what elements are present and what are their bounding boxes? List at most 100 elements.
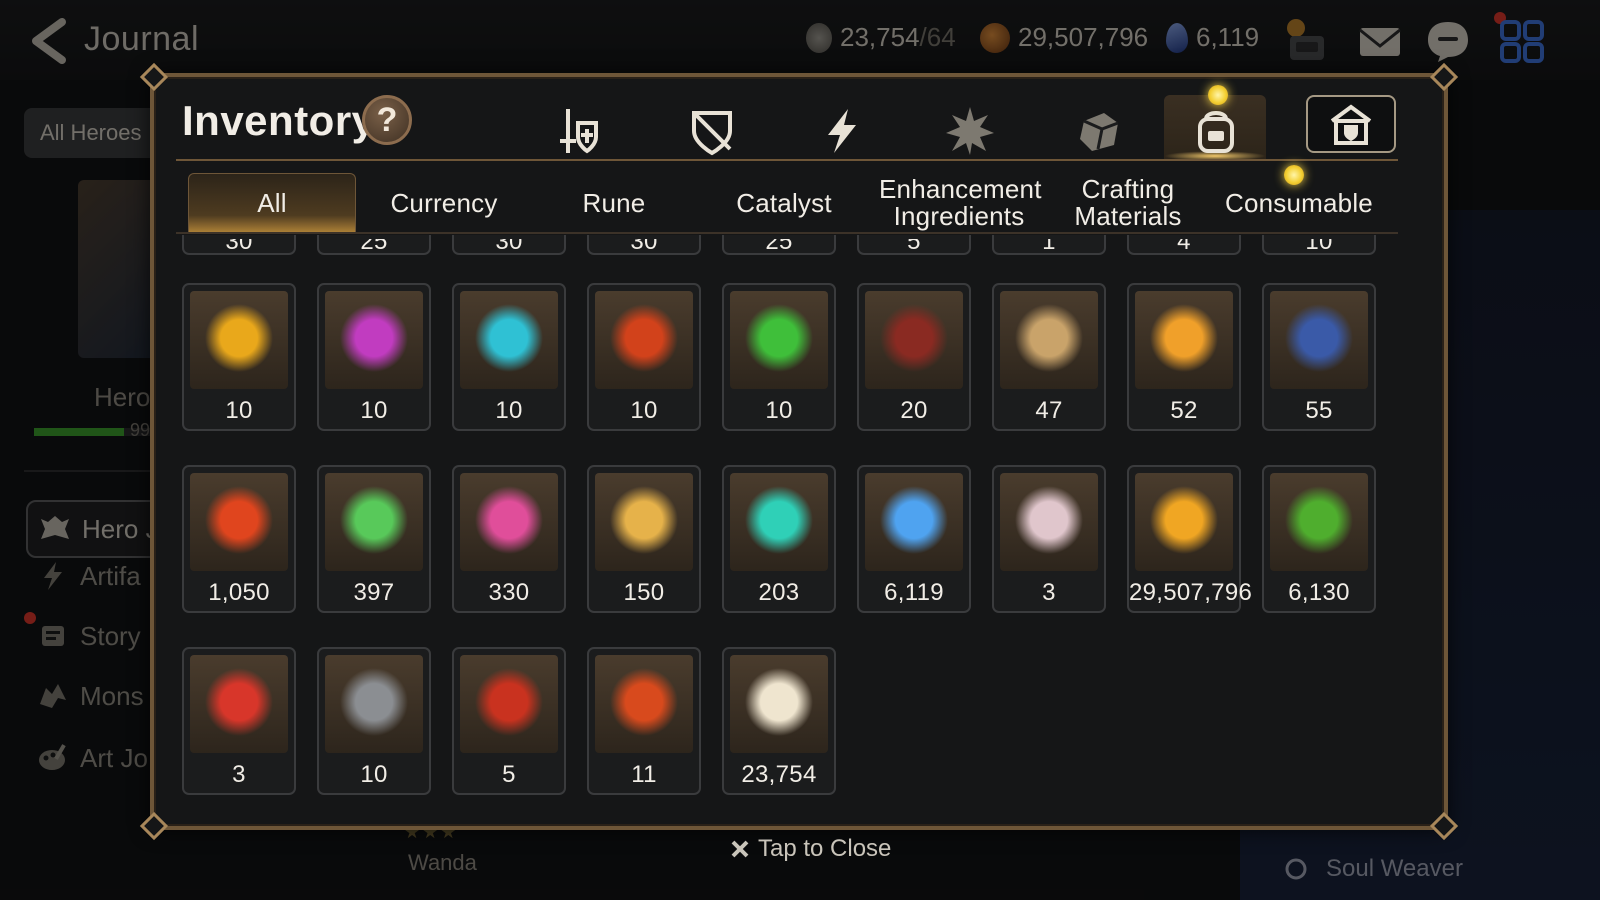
blue-amulet-icon xyxy=(1270,291,1368,389)
equipment-icon[interactable] xyxy=(556,105,608,157)
inventory-slot[interactable]: 397 xyxy=(317,465,431,613)
inventory-slot-partial[interactable]: 25 xyxy=(317,235,431,255)
skystone-gem-icon xyxy=(865,473,963,571)
inventory-modal: Inventory ? All Currency Rune Catalyst E… xyxy=(139,62,1459,841)
tab-label: Catalyst xyxy=(736,187,832,218)
red-leaves-icon xyxy=(595,655,693,753)
inventory-slot[interactable]: 203 xyxy=(722,465,836,613)
tab-label: All xyxy=(257,188,287,218)
inventory-slot[interactable]: 150 xyxy=(587,465,701,613)
inventory-slot[interactable]: 29,507,796 xyxy=(1127,465,1253,613)
red-banner-icon xyxy=(460,655,558,753)
red-rune-icon xyxy=(595,291,693,389)
green-rune-icon xyxy=(730,291,828,389)
item-quantity: 30 xyxy=(184,239,294,251)
inventory-slot[interactable]: 330 xyxy=(452,465,566,613)
tab-enhancement-ingredients[interactable]: Enhancement Ingredients xyxy=(870,173,1048,233)
item-quantity: 11 xyxy=(631,761,657,788)
inventory-slot[interactable]: 52 xyxy=(1127,283,1241,431)
inventory-slot[interactable]: 10 xyxy=(587,283,701,431)
close-hint[interactable]: Tap to Close xyxy=(730,835,891,863)
stone-compass-icon xyxy=(325,655,423,753)
inventory-slot[interactable]: 10 xyxy=(722,283,836,431)
item-quantity: 5 xyxy=(502,761,516,788)
item-quantity: 29,507,796 xyxy=(1129,579,1253,606)
item-quantity: 10 xyxy=(630,397,658,424)
inventory-slot-partial[interactable]: 4 xyxy=(1127,235,1241,255)
inventory-slot[interactable]: 23,754 xyxy=(722,647,836,795)
star-compass-icon xyxy=(595,473,693,571)
item-quantity: 3 xyxy=(232,761,246,788)
new-item-dot xyxy=(1208,85,1228,105)
tab-catalyst[interactable]: Catalyst xyxy=(700,173,868,233)
gold-sun-coin-icon xyxy=(1135,473,1233,571)
tabs-divider xyxy=(176,232,1398,234)
tab-all[interactable]: All xyxy=(188,173,356,233)
item-quantity: 1,050 xyxy=(208,579,270,606)
inventory-slot-partial[interactable]: 30 xyxy=(452,235,566,255)
item-quantity: 6,130 xyxy=(1288,579,1350,606)
tab-label: Rune xyxy=(582,187,646,218)
item-quantity: 10 xyxy=(495,397,523,424)
tab-label: Currency xyxy=(390,187,498,218)
shield-icon[interactable] xyxy=(686,105,738,157)
inventory-slot-partial[interactable]: 5 xyxy=(857,235,971,255)
inventory-slot-partial[interactable]: 30 xyxy=(182,235,296,255)
modal-title: Inventory xyxy=(182,97,376,144)
inventory-slot[interactable]: 1,050 xyxy=(182,465,296,613)
inventory-grid: 30 25 30 30 25 5 1 4 10 10 10 10 10 10 20 47 52 55 1,050 39… xyxy=(176,235,1406,807)
inventory-slot-partial[interactable]: 25 xyxy=(722,235,836,255)
help-button[interactable]: ? xyxy=(362,95,412,145)
item-quantity: 10 xyxy=(360,397,388,424)
item-quantity: 397 xyxy=(353,579,395,606)
green-leaf-icon xyxy=(325,473,423,571)
inventory-slot[interactable]: 10 xyxy=(317,647,431,795)
horse-chess-icon xyxy=(730,655,828,753)
inventory-slot[interactable]: 20 xyxy=(857,283,971,431)
inventory-slot[interactable]: 3 xyxy=(182,647,296,795)
inventory-slot[interactable]: 6,119 xyxy=(857,465,971,613)
item-quantity: 25 xyxy=(724,239,834,251)
bag-icon[interactable] xyxy=(1190,105,1242,157)
item-quantity: 1 xyxy=(994,239,1104,251)
inventory-slot-partial[interactable]: 1 xyxy=(992,235,1106,255)
ginseng-root-icon xyxy=(1000,291,1098,389)
item-quantity: 10 xyxy=(225,397,253,424)
yellow-rune-icon xyxy=(190,291,288,389)
inventory-slot[interactable]: 6,130 xyxy=(1262,465,1376,613)
category-tab-storage[interactable] xyxy=(1306,95,1396,153)
tab-rune[interactable]: Rune xyxy=(530,173,698,233)
item-quantity: 30 xyxy=(589,239,699,251)
cube-icon[interactable] xyxy=(1074,105,1126,157)
item-quantity: 6,119 xyxy=(884,579,944,606)
inventory-slot[interactable]: 5 xyxy=(452,647,566,795)
header-divider xyxy=(176,159,1398,161)
inventory-slot[interactable]: 47 xyxy=(992,283,1106,431)
item-quantity: 4 xyxy=(1129,239,1239,251)
star-burst-icon[interactable] xyxy=(944,105,996,157)
item-quantity: 20 xyxy=(900,397,928,424)
inventory-slot[interactable]: 55 xyxy=(1262,283,1376,431)
inventory-slot-partial[interactable]: 10 xyxy=(1262,235,1376,255)
item-quantity: 150 xyxy=(623,579,665,606)
claw-icon xyxy=(865,291,963,389)
artifact-lightning-icon[interactable] xyxy=(816,105,868,157)
inventory-slot[interactable]: 10 xyxy=(182,283,296,431)
inventory-slot[interactable]: 3 xyxy=(992,465,1106,613)
pink-crystal-pile-icon xyxy=(460,473,558,571)
inventory-slot-partial[interactable]: 30 xyxy=(587,235,701,255)
inventory-slot[interactable]: 10 xyxy=(317,283,431,431)
teal-crystal-icon xyxy=(730,473,828,571)
inventory-slot[interactable]: 11 xyxy=(587,647,701,795)
item-quantity: 23,754 xyxy=(741,761,817,788)
tab-crafting-materials[interactable]: Crafting Materials xyxy=(1048,173,1208,233)
item-quantity: 25 xyxy=(319,239,429,251)
tab-label: Consumable xyxy=(1225,187,1373,218)
inventory-slot[interactable]: 10 xyxy=(452,283,566,431)
amber-crystal-icon xyxy=(1135,291,1233,389)
item-quantity: 55 xyxy=(1305,397,1333,424)
red-seal-icon xyxy=(190,655,288,753)
item-quantity: 330 xyxy=(488,579,530,606)
tab-currency[interactable]: Currency xyxy=(360,173,528,233)
purple-rune-icon xyxy=(325,291,423,389)
